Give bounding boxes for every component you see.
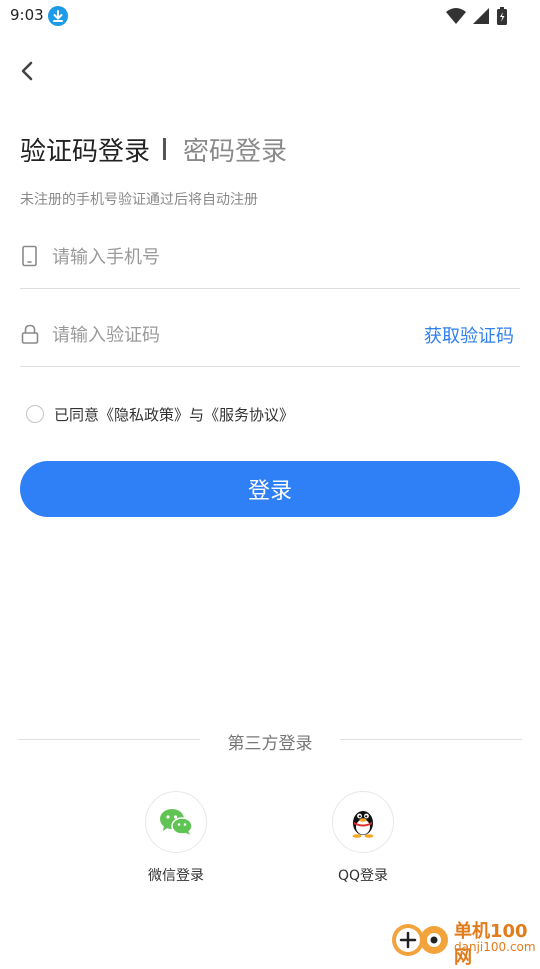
- phone-field-row: [20, 228, 520, 289]
- lock-icon: [21, 324, 39, 344]
- status-time: 9:03: [10, 6, 44, 24]
- tab-sms-login[interactable]: 验证码登录: [20, 131, 150, 168]
- back-arrow-icon: [21, 61, 33, 81]
- code-field-row: 获取验证码: [20, 306, 520, 367]
- wechat-login-button[interactable]: 微信登录: [126, 791, 226, 885]
- register-hint: 未注册的手机号验证通过后将自动注册: [20, 192, 258, 208]
- divider-left: [18, 739, 200, 740]
- privacy-policy-link[interactable]: 《隐私政策》: [99, 406, 189, 424]
- watermark: 单机100网 danji100.com: [388, 914, 540, 968]
- get-code-button[interactable]: 获取验证码: [424, 322, 514, 348]
- back-button[interactable]: [14, 56, 42, 86]
- wechat-login-label: 微信登录: [148, 868, 204, 884]
- qq-penguin-icon: [352, 811, 374, 838]
- phone-input[interactable]: [52, 242, 412, 272]
- agreement-prefix: 已同意: [54, 406, 100, 424]
- signal-icon: [473, 8, 489, 24]
- service-agreement-link[interactable]: 《服务协议》: [204, 406, 294, 424]
- code-input[interactable]: [52, 320, 412, 350]
- download-icon: [48, 6, 68, 26]
- watermark-logo-icon: [392, 924, 448, 956]
- qq-login-label: QQ登录: [337, 868, 389, 884]
- status-bar: 9:03: [0, 0, 540, 32]
- agreement-checkbox[interactable]: [26, 405, 44, 423]
- tab-password-login[interactable]: 密码登录: [183, 131, 287, 168]
- wifi-icon: [446, 8, 466, 24]
- status-icons: [446, 6, 508, 26]
- watermark-en: danji100.com: [454, 940, 536, 954]
- wechat-icon: [160, 809, 193, 835]
- tab-divider: [163, 138, 166, 160]
- qq-icon-circle: [332, 791, 394, 853]
- agreement-text: 已同意《隐私政策》与《服务协议》: [54, 404, 294, 425]
- wechat-icon-circle: [145, 791, 207, 853]
- phone-icon: [22, 245, 37, 267]
- agreement-and: 与: [189, 406, 205, 424]
- divider-right: [340, 739, 522, 740]
- login-button[interactable]: 登录: [20, 461, 520, 517]
- third-party-title: 第三方登录: [227, 734, 313, 754]
- battery-icon: [497, 7, 507, 25]
- qq-login-button[interactable]: QQ登录: [313, 791, 413, 885]
